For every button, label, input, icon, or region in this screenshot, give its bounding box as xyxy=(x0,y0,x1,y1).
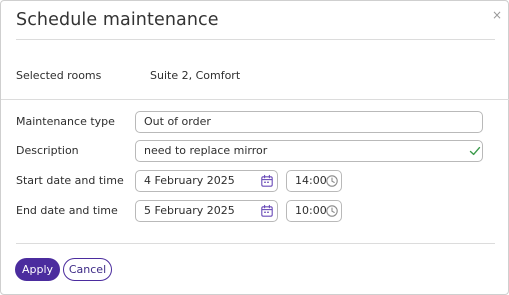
apply-button[interactable]: Apply xyxy=(15,258,60,281)
end-time-value: 10:00 xyxy=(295,204,327,217)
calendar-icon[interactable] xyxy=(260,174,274,188)
selected-rooms-label: Selected rooms xyxy=(16,69,102,82)
check-icon xyxy=(469,146,481,156)
start-time-input[interactable]: 14:00 xyxy=(286,170,342,192)
description-value: need to replace mirror xyxy=(144,144,268,157)
start-date-time-label: Start date and time xyxy=(16,174,124,187)
start-date-input[interactable]: 4 February 2025 xyxy=(135,170,278,192)
selected-rooms-value: Suite 2, Comfort xyxy=(150,69,241,82)
close-icon[interactable]: × xyxy=(489,7,505,23)
end-time-input[interactable]: 10:00 xyxy=(286,200,342,222)
description-input[interactable]: need to replace mirror xyxy=(135,140,483,162)
title-divider xyxy=(16,39,495,40)
start-time-value: 14:00 xyxy=(295,174,327,187)
maintenance-type-label: Maintenance type xyxy=(16,115,115,128)
section-divider xyxy=(1,99,509,100)
cancel-button[interactable]: Cancel xyxy=(63,258,112,281)
end-date-value: 5 February 2025 xyxy=(144,204,235,217)
footer-divider xyxy=(16,243,495,244)
end-date-time-label: End date and time xyxy=(16,204,118,217)
description-label: Description xyxy=(16,144,79,157)
schedule-maintenance-dialog: × Schedule maintenance Selected rooms Su… xyxy=(0,0,509,295)
clock-icon[interactable] xyxy=(325,174,339,188)
clock-icon[interactable] xyxy=(325,204,339,218)
maintenance-type-select[interactable]: Out of order xyxy=(135,111,483,133)
calendar-icon[interactable] xyxy=(260,204,274,218)
maintenance-type-value: Out of order xyxy=(144,115,211,128)
end-date-input[interactable]: 5 February 2025 xyxy=(135,200,278,222)
dialog-title: Schedule maintenance xyxy=(16,10,219,30)
start-date-value: 4 February 2025 xyxy=(144,174,235,187)
